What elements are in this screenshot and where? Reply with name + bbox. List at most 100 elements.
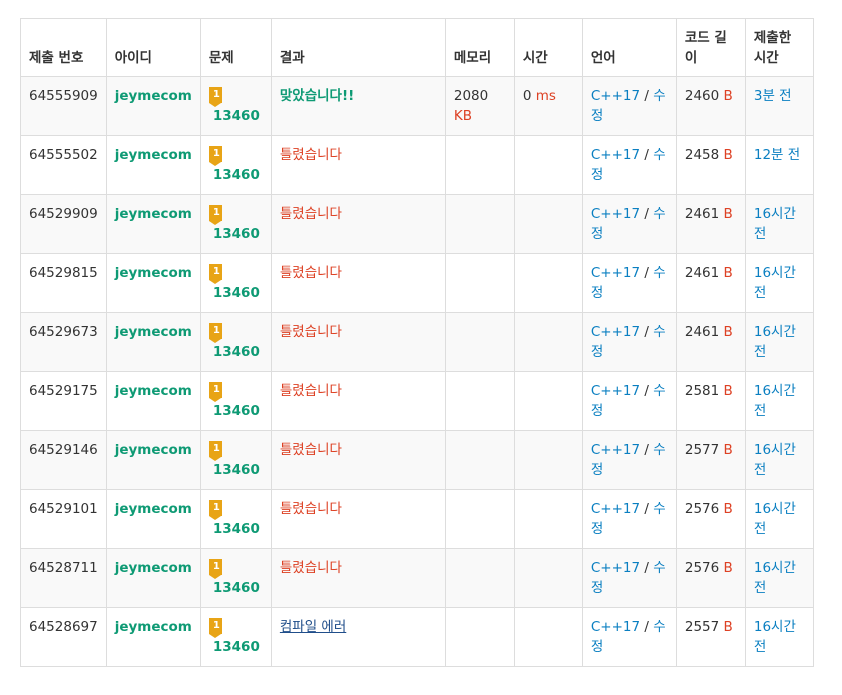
- code-length-value: 2461: [684, 324, 720, 340]
- language-link[interactable]: C++17: [591, 206, 640, 222]
- code-length-value: 2460: [684, 88, 720, 104]
- submission-id: 64529146: [20, 430, 107, 490]
- memory-value: 2080: [453, 88, 489, 104]
- result-cell: 맞았습니다!!: [270, 76, 446, 136]
- result-cell: 틀렸습니다: [270, 548, 446, 608]
- language-link[interactable]: C++17: [591, 501, 640, 517]
- language-cell: C++17 / 수정: [581, 607, 677, 667]
- language-link[interactable]: C++17: [591, 324, 640, 340]
- user-link[interactable]: jeymecom: [115, 88, 192, 104]
- submitted-time-link[interactable]: 16시간 전: [754, 619, 796, 655]
- result-text: 틀렸습니다: [279, 324, 342, 340]
- user-link[interactable]: jeymecom: [115, 383, 192, 399]
- result-text[interactable]: 컴파일 에러: [280, 619, 346, 635]
- submitted-time-link[interactable]: 16시간 전: [754, 501, 796, 537]
- tier-level: 1: [212, 384, 220, 395]
- language-link[interactable]: C++17: [591, 442, 640, 458]
- tier-badge-icon: 1: [208, 146, 222, 166]
- submitted-time-link[interactable]: 16시간 전: [754, 324, 796, 360]
- language-link[interactable]: C++17: [591, 383, 640, 399]
- user-cell: jeymecom: [105, 548, 201, 608]
- table-header: 제출 번호 아이디 문제 결과 메모리 시간 언어 코드 길이 제출한 시간: [20, 18, 814, 77]
- problem-link[interactable]: 13460: [213, 578, 263, 598]
- code-length-value: 2581: [684, 383, 720, 399]
- language-cell: C++17 / 수정: [581, 430, 677, 490]
- tier-level: 1: [212, 502, 220, 513]
- language-cell: C++17 / 수정: [581, 194, 677, 254]
- problem-link[interactable]: 13460: [213, 224, 263, 244]
- user-cell: jeymecom: [105, 253, 201, 313]
- tier-badge-icon: 1: [208, 264, 222, 284]
- user-link[interactable]: jeymecom: [115, 501, 192, 517]
- result-text: 틀렸습니다: [279, 265, 342, 281]
- memory-cell: [444, 135, 515, 195]
- time-cell: 0 ms: [513, 76, 583, 136]
- submission-id: 64528711: [20, 548, 107, 608]
- user-link[interactable]: jeymecom: [115, 265, 192, 281]
- code-length-cell: 2557 B: [675, 607, 746, 667]
- problem-link[interactable]: 13460: [213, 637, 263, 657]
- code-length-cell: 2576 B: [675, 489, 746, 549]
- problem-link[interactable]: 13460: [213, 165, 263, 185]
- user-link[interactable]: jeymecom: [115, 324, 192, 340]
- code-length-value: 2577: [684, 442, 720, 458]
- problem-link[interactable]: 13460: [213, 106, 263, 126]
- result-text: 틀렸습니다: [279, 147, 342, 163]
- tier-level: 1: [212, 89, 220, 100]
- status-table-wrapper: 제출 번호 아이디 문제 결과 메모리 시간 언어 코드 길이 제출한 시간 6…: [20, 18, 814, 667]
- submitted-time-link[interactable]: 16시간 전: [754, 206, 796, 242]
- language-link[interactable]: C++17: [591, 560, 640, 576]
- language-link[interactable]: C++17: [591, 147, 640, 163]
- code-length-cell: 2577 B: [675, 430, 746, 490]
- submitted-time-link[interactable]: 16시간 전: [754, 560, 796, 596]
- code-length-cell: 2576 B: [675, 548, 746, 608]
- tier-badge-icon: 1: [208, 205, 222, 225]
- submission-id: 64529175: [20, 371, 107, 431]
- result-cell: 틀렸습니다: [270, 489, 446, 549]
- problem-link[interactable]: 13460: [213, 460, 263, 480]
- time-cell: [513, 607, 583, 667]
- table-row: 64529146 jeymecom 1 13460 틀렸습니다 C++17 / 수정 25…: [20, 430, 814, 490]
- tier-badge-icon: 1: [208, 441, 222, 461]
- submitted-time-link[interactable]: 16시간 전: [754, 265, 796, 301]
- table-row: 64529101 jeymecom 1 13460 틀렸습니다 C++17 / 수정 25…: [20, 489, 814, 549]
- table-row: 64529175 jeymecom 1 13460 틀렸습니다 C++17 / 수정 25…: [20, 371, 814, 431]
- code-length-cell: 2461 B: [675, 312, 746, 372]
- submitted-at-cell: 16시간 전: [744, 607, 814, 667]
- user-link[interactable]: jeymecom: [115, 442, 192, 458]
- header-submission-id: 제출 번호: [20, 18, 107, 77]
- code-length-value: 2461: [684, 206, 720, 222]
- problem-link[interactable]: 13460: [213, 401, 263, 421]
- result-text: 틀렸습니다: [279, 383, 342, 399]
- result-cell: 틀렸습니다: [270, 253, 446, 313]
- memory-cell: [444, 371, 515, 431]
- problem-link[interactable]: 13460: [213, 519, 263, 539]
- table-row: 64555909 jeymecom 1 13460 맞았습니다!! 2080 KB 0 ms…: [20, 76, 814, 136]
- submitted-at-cell: 16시간 전: [744, 312, 814, 372]
- tier-level: 1: [212, 207, 220, 218]
- user-cell: jeymecom: [105, 489, 201, 549]
- result-text: 틀렸습니다: [279, 501, 342, 517]
- user-link[interactable]: jeymecom: [115, 147, 192, 163]
- submitted-time-link[interactable]: 12분 전: [754, 147, 800, 163]
- user-link[interactable]: jeymecom: [115, 560, 192, 576]
- problem-cell: 1 13460: [199, 135, 272, 195]
- tier-level: 1: [212, 148, 220, 159]
- memory-cell: [444, 548, 515, 608]
- language-cell: C++17 / 수정: [581, 548, 677, 608]
- problem-cell: 1 13460: [199, 76, 272, 136]
- user-link[interactable]: jeymecom: [115, 206, 192, 222]
- result-text: 틀렸습니다: [279, 560, 342, 576]
- language-link[interactable]: C++17: [591, 265, 640, 281]
- user-cell: jeymecom: [105, 194, 201, 254]
- language-link[interactable]: C++17: [591, 619, 640, 635]
- user-link[interactable]: jeymecom: [115, 619, 192, 635]
- code-length-value: 2576: [684, 560, 720, 576]
- language-link[interactable]: C++17: [591, 88, 640, 104]
- language-cell: C++17 / 수정: [581, 371, 677, 431]
- submitted-time-link[interactable]: 16시간 전: [754, 442, 796, 478]
- submitted-time-link[interactable]: 16시간 전: [754, 383, 796, 419]
- submitted-time-link[interactable]: 3분 전: [754, 88, 792, 104]
- problem-link[interactable]: 13460: [213, 283, 263, 303]
- problem-link[interactable]: 13460: [213, 342, 263, 362]
